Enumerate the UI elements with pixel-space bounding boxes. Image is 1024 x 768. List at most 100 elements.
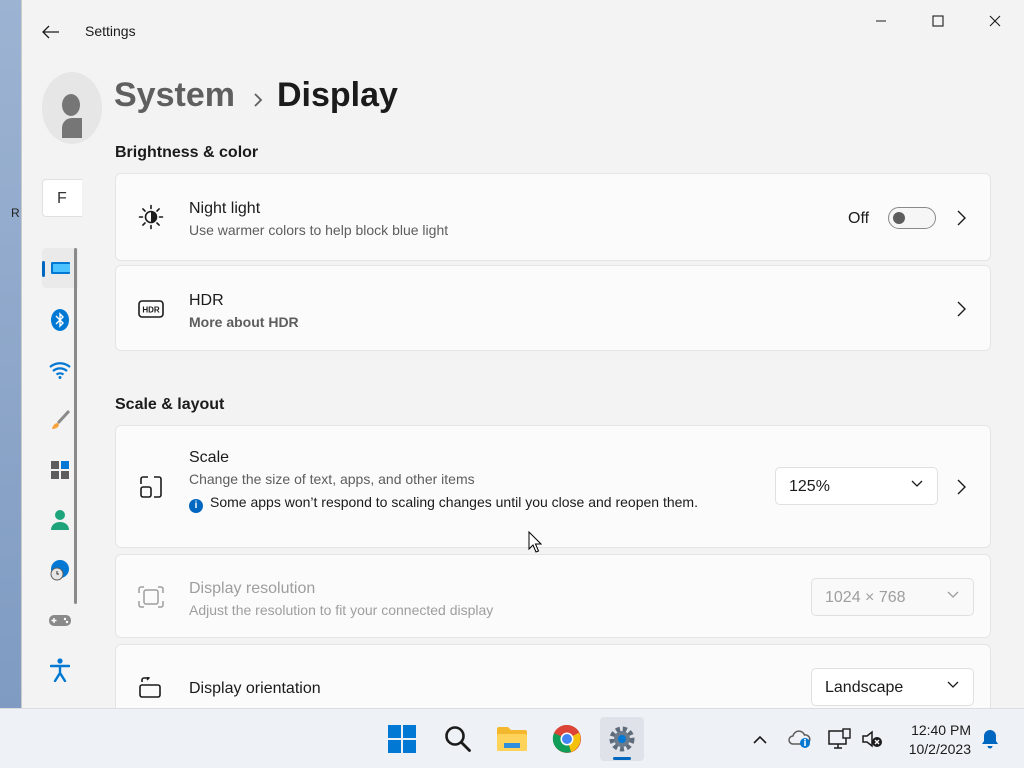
nav-item-personalization[interactable] [42, 400, 78, 440]
page-title: Display [276, 76, 398, 114]
close-button[interactable] [972, 6, 1018, 36]
scale-icon [138, 474, 164, 500]
bell-icon [982, 730, 998, 749]
nav-item-accounts[interactable] [42, 500, 78, 540]
find-setting-input[interactable]: F [42, 179, 82, 217]
chrome-button[interactable] [545, 717, 589, 761]
globe-clock-icon [50, 560, 69, 581]
clock-time: 12:40 PM [911, 722, 971, 738]
night-light-toggle[interactable] [888, 207, 936, 229]
navigation-pane: F [22, 62, 102, 708]
hdr-card[interactable]: HDR HDR More about HDR [115, 265, 991, 351]
toggle-knob [893, 212, 905, 224]
breadcrumb: System Display [114, 76, 398, 117]
accessibility-icon [50, 658, 70, 682]
minimize-button[interactable] [858, 6, 904, 36]
svg-text:HDR: HDR [142, 306, 160, 315]
more-about-hdr-link[interactable]: More about HDR [189, 314, 299, 330]
night-light-title: Night light [189, 200, 261, 217]
chevron-right-icon [954, 209, 968, 227]
active-app-indicator [613, 757, 631, 760]
close-icon [989, 15, 1001, 27]
breadcrumb-chevron-icon [253, 78, 263, 117]
hdr-icon: HDR [138, 296, 164, 322]
nav-item-network[interactable] [42, 350, 78, 390]
breadcrumb-system[interactable]: System [114, 76, 235, 114]
content-pane: System Display Brightness & color Night l… [114, 62, 994, 708]
chevron-down-icon [911, 480, 923, 487]
notifications-button[interactable] [978, 727, 1002, 751]
nav-item-accessibility[interactable] [42, 650, 78, 690]
title-bar: Settings [22, 0, 1024, 62]
app-title: Settings [85, 23, 136, 39]
display-orientation-card[interactable]: Display orientation Landscape [115, 644, 991, 708]
nav-item-bluetooth[interactable] [42, 300, 78, 340]
selection-indicator [42, 261, 45, 277]
clock-date: 10/2/2023 [908, 741, 971, 757]
speaker-muted-icon [862, 730, 882, 748]
maximize-icon [932, 15, 944, 27]
nav-scrollbar[interactable] [74, 248, 77, 604]
file-explorer-button[interactable] [490, 717, 534, 761]
section-title-scale-layout: Scale & layout [115, 396, 225, 413]
monitor-icon [51, 262, 70, 274]
gear-icon [609, 726, 635, 752]
bluetooth-icon [51, 309, 69, 331]
display-resolution-desc: Adjust the resolution to fit your connec… [189, 602, 494, 618]
resolution-dropdown-value: 1024 × 768 [825, 589, 906, 606]
taskbar-clock[interactable]: 12:40 PM 10/2/2023 [897, 721, 971, 759]
scale-info-text: Some apps won’t respond to scaling chang… [210, 494, 698, 510]
chevron-down-icon [947, 591, 959, 598]
nav-item-system[interactable] [42, 248, 78, 288]
onedrive-tray-button[interactable] [788, 727, 812, 751]
avatar-head [62, 94, 80, 116]
display-resolution-title: Display resolution [189, 580, 316, 597]
scale-title: Scale [189, 449, 230, 466]
hdr-title: HDR [189, 292, 224, 309]
info-icon: i [189, 499, 203, 513]
desktop-background: R [0, 0, 21, 708]
cloud-info-icon [788, 730, 811, 748]
nav-item-apps[interactable] [42, 450, 78, 490]
volume-tray-button[interactable] [860, 727, 884, 751]
scale-card[interactable]: Scale Change the size of text, apps, and… [115, 425, 991, 548]
avatar-body [62, 118, 82, 138]
scale-dropdown[interactable]: 125% [775, 467, 938, 505]
section-title-brightness: Brightness & color [115, 144, 259, 161]
orientation-dropdown[interactable]: Landscape [811, 668, 974, 706]
show-hidden-icons-button[interactable] [748, 727, 772, 751]
chevron-right-icon [954, 300, 968, 318]
settings-window: Settings F System Display Brightness & c… [21, 0, 1024, 708]
night-light-state: Off [848, 210, 870, 227]
orientation-dropdown-value: Landscape [825, 679, 904, 696]
wifi-icon [49, 362, 71, 379]
resolution-dropdown: 1024 × 768 [811, 578, 974, 616]
nav-item-gaming[interactable] [42, 600, 78, 640]
mouse-cursor-icon [528, 531, 542, 553]
folder-icon [497, 727, 527, 751]
scale-desc: Change the size of text, apps, and other… [189, 471, 475, 487]
network-monitor-icon [828, 728, 851, 749]
chevron-right-icon [954, 478, 968, 496]
taskbar: 12:40 PM 10/2/2023 [0, 708, 1024, 768]
search-icon [445, 726, 471, 752]
person-icon [51, 510, 69, 530]
display-resolution-card: Display resolution Adjust the resolution… [115, 554, 991, 638]
chevron-up-icon [753, 735, 767, 744]
network-tray-button[interactable] [828, 727, 852, 751]
apps-icon [51, 461, 69, 479]
taskbar-search-button[interactable] [436, 717, 480, 761]
chevron-down-icon [947, 681, 959, 688]
maximize-button[interactable] [915, 6, 961, 36]
chrome-icon [552, 725, 581, 753]
display-orientation-title: Display orientation [189, 680, 321, 697]
start-button[interactable] [380, 717, 424, 761]
night-light-desc: Use warmer colors to help block blue lig… [189, 222, 449, 238]
scale-info-message: i Some apps won’t respond to scaling chan… [189, 492, 719, 513]
settings-taskbar-button[interactable] [600, 717, 644, 761]
nav-item-time-language[interactable] [42, 550, 78, 590]
back-button[interactable] [36, 18, 66, 46]
night-light-card[interactable]: Night light Use warmer colors to help bl… [115, 173, 991, 261]
user-avatar[interactable] [42, 72, 102, 144]
orientation-icon [138, 675, 164, 701]
